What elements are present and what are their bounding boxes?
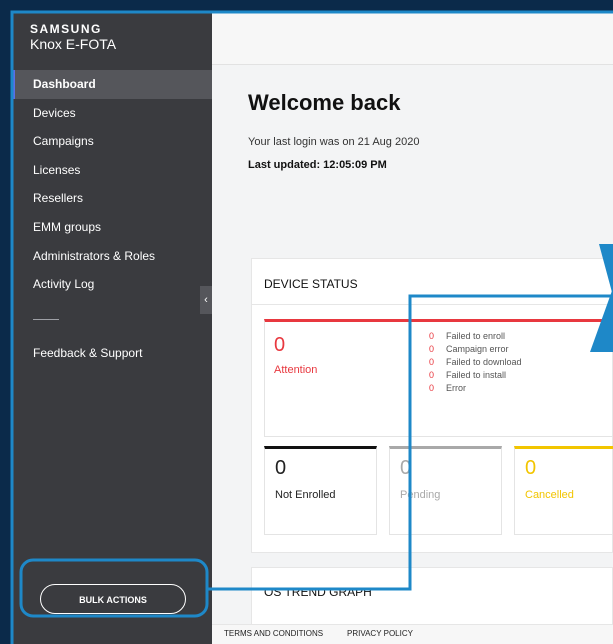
pending-label: Pending <box>400 489 441 501</box>
collapse-sidebar-button[interactable]: ‹ <box>200 286 212 314</box>
brand-product: Knox E-FOTA <box>30 36 117 52</box>
error-count: 0 <box>429 357 435 367</box>
error-count: 0 <box>429 331 435 341</box>
error-count: 0 <box>429 383 435 393</box>
not-enrolled-label: Not Enrolled <box>275 489 336 501</box>
not-enrolled-tile[interactable]: 0 Not Enrolled <box>264 446 377 535</box>
device-status-title: DEVICE STATUS <box>264 277 358 291</box>
brand-company: SAMSUNG <box>30 22 102 36</box>
error-row-failed-to-enroll[interactable]: 0 Failed to enroll <box>429 330 522 343</box>
error-row-error[interactable]: 0 Error <box>429 382 522 395</box>
sidebar-item-devices[interactable]: Devices <box>12 99 212 128</box>
last-updated-text: Last updated: 12:05:09 PM <box>248 159 387 171</box>
sidebar-item-licenses[interactable]: Licenses <box>12 156 212 185</box>
page-title: Welcome back <box>248 90 401 115</box>
attention-label: Attention <box>274 364 318 376</box>
brand-logo: SAMSUNG Knox E-FOTA <box>30 22 116 52</box>
error-row-failed-to-download[interactable]: 0 Failed to download <box>429 356 522 369</box>
sidebar-item-administrators-roles[interactable]: Administrators & Roles <box>12 242 212 271</box>
last-login-text: Your last login was on 21 Aug 2020 <box>248 136 420 148</box>
error-count: 0 <box>429 344 435 354</box>
cancelled-tile[interactable]: 0 Cancelled <box>514 446 613 535</box>
os-trend-card: OS TREND GRAPH <box>251 567 613 627</box>
cancelled-count: 0 <box>525 457 537 479</box>
privacy-link[interactable]: PRIVACY POLICY <box>347 629 413 638</box>
error-label: Failed to download <box>446 357 522 367</box>
pending-count: 0 <box>400 457 412 479</box>
error-count: 0 <box>429 370 435 380</box>
attention-panel[interactable]: 0 Attention 0 Failed to enroll 0 Campaign … <box>264 319 613 437</box>
error-row-campaign-error[interactable]: 0 Campaign error <box>429 343 522 356</box>
cancelled-label: Cancelled <box>525 489 574 501</box>
sidebar: SAMSUNG Knox E-FOTA Dashboard Devices Ca… <box>12 12 212 644</box>
not-enrolled-count: 0 <box>275 457 287 479</box>
error-row-failed-to-install[interactable]: 0 Failed to install <box>429 369 522 382</box>
terms-link[interactable]: TERMS AND CONDITIONS <box>224 629 323 638</box>
bulk-actions-button[interactable]: BULK ACTIONS <box>40 584 186 614</box>
os-trend-title: OS TREND GRAPH <box>264 585 372 599</box>
sidebar-item-resellers[interactable]: Resellers <box>12 184 212 213</box>
error-list: 0 Failed to enroll 0 Campaign error 0 Faile… <box>429 330 522 395</box>
chevron-left-icon: ‹ <box>204 294 208 306</box>
error-label: Error <box>446 383 466 393</box>
sidebar-item-campaigns[interactable]: Campaigns <box>12 127 212 156</box>
sidebar-divider <box>33 318 59 320</box>
error-label: Failed to install <box>446 370 507 380</box>
pending-tile[interactable]: 0 Pending <box>389 446 502 535</box>
top-bar <box>212 12 613 65</box>
main-content: Welcome back Your last login was on 21 A… <box>212 12 613 644</box>
attention-count: 0 <box>274 334 286 356</box>
sidebar-item-feedback-support[interactable]: Feedback & Support <box>12 339 212 368</box>
sidebar-nav: Dashboard Devices Campaigns Licenses Res… <box>12 70 212 367</box>
sidebar-item-dashboard[interactable]: Dashboard <box>12 70 212 99</box>
sidebar-item-emm-groups[interactable]: EMM groups <box>12 213 212 242</box>
error-label: Campaign error <box>446 344 509 354</box>
error-label: Failed to enroll <box>446 331 506 341</box>
screen: SAMSUNG Knox E-FOTA Dashboard Devices Ca… <box>0 0 613 644</box>
sidebar-item-activity-log[interactable]: Activity Log <box>12 270 212 299</box>
footer: TERMS AND CONDITIONS PRIVACY POLICY <box>212 624 613 644</box>
device-status-card: DEVICE STATUS 0 Attention 0 Failed to enr… <box>251 258 613 553</box>
card-divider <box>252 304 612 305</box>
